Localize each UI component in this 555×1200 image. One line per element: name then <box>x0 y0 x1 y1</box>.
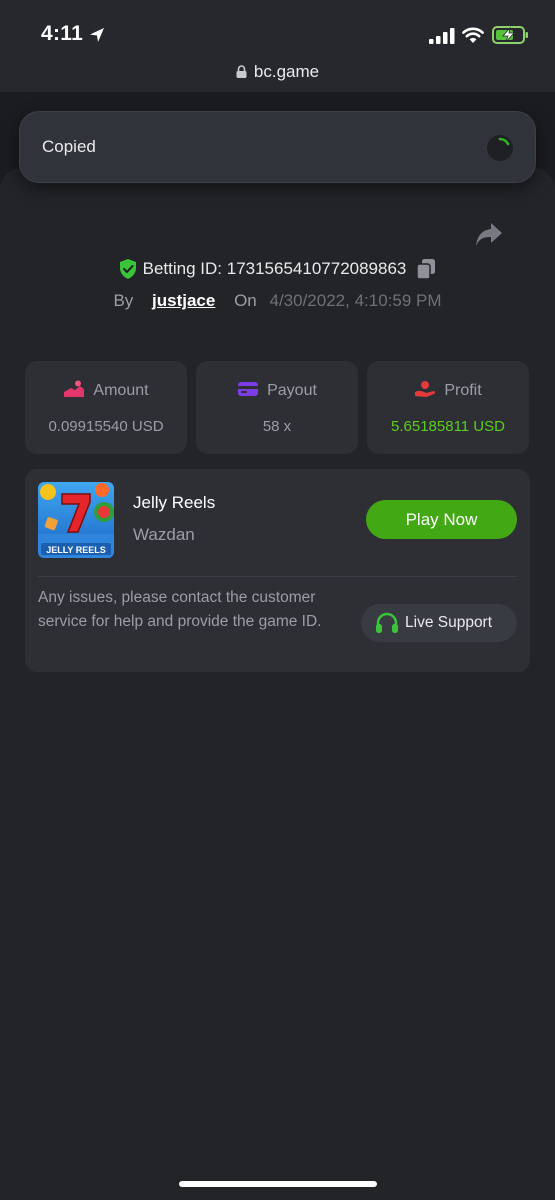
card-divider <box>38 576 517 577</box>
bet-datetime: 4/30/2022, 4:10:59 PM <box>269 291 442 310</box>
payout-card-icon <box>238 382 259 396</box>
amount-label-wrap: Amount <box>25 380 187 400</box>
game-provider: Wazdan <box>133 525 195 544</box>
live-support-label: Live Support <box>405 614 493 631</box>
payout-value: 58 x <box>262 418 292 435</box>
copy-icon[interactable] <box>416 258 436 280</box>
home-indicator[interactable] <box>179 1181 377 1187</box>
toast-text: Copied <box>42 137 96 156</box>
amount-label: Amount <box>93 382 149 399</box>
amount-icon <box>64 380 85 397</box>
support-message: Any issues, please contact the customer … <box>38 589 322 630</box>
amount-value: 0.09915540 USD <box>48 418 164 435</box>
status-time: 4:11 <box>41 22 84 45</box>
payout-label: Payout <box>267 382 317 399</box>
bet-detail-sheet <box>0 168 555 1200</box>
profit-label-wrap: Profit <box>367 380 529 400</box>
on-label: On <box>234 291 257 310</box>
toast-timer-icon <box>487 135 513 161</box>
url-text: bc.game <box>253 62 320 81</box>
bet-meta-row: By justjace On 4/30/2022, 4:10:59 PM <box>0 291 555 311</box>
thumb-title: JELLY REELS <box>46 545 106 555</box>
profit-hand-icon <box>415 381 436 397</box>
live-support-button[interactable]: Live Support <box>361 604 517 642</box>
wifi-icon <box>462 27 484 43</box>
betting-id-label: Betting ID: <box>142 259 222 278</box>
betting-id-row: Betting ID: 1731565410772089863 <box>0 258 555 280</box>
location-arrow-icon <box>90 28 104 42</box>
lock-icon <box>236 65 247 78</box>
play-now-button[interactable]: Play Now <box>366 500 517 539</box>
profit-label: Profit <box>444 382 482 399</box>
betting-id-value: 1731565410772089863 <box>226 259 407 278</box>
payout-card: Payout 58 x <box>196 361 358 454</box>
verified-shield-icon <box>119 259 136 279</box>
share-icon[interactable] <box>474 220 504 248</box>
profit-value: 5.65185811 USD <box>391 418 505 435</box>
username-link[interactable]: justjace <box>152 291 215 310</box>
headset-icon <box>376 612 398 633</box>
battery-charging-icon <box>492 26 528 44</box>
amount-card: Amount 0.09915540 USD <box>25 361 187 454</box>
payout-label-wrap: Payout <box>196 380 358 400</box>
by-label: By <box>113 291 134 310</box>
game-name[interactable]: Jelly Reels <box>133 493 215 513</box>
game-card: JELLY REELS Jelly Reels Wazdan Play Now … <box>25 469 530 672</box>
copied-toast: Copied <box>19 111 536 183</box>
cellular-signal-icon <box>429 28 455 44</box>
profit-card: Profit 5.65185811 USD <box>367 361 529 454</box>
game-thumbnail[interactable]: JELLY REELS <box>38 482 114 558</box>
url-text-wrap: bc.game <box>0 62 555 82</box>
